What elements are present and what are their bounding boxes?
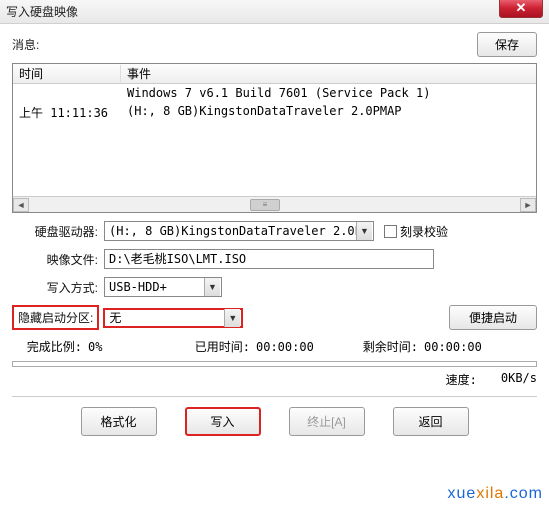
verify-checkbox[interactable]: 刻录校验 (384, 223, 448, 240)
write-mode-select[interactable]: USB-HDD+ ▼ (104, 277, 222, 297)
format-button[interactable]: 格式化 (81, 407, 157, 436)
window-title: 写入硬盘映像 (6, 3, 78, 20)
log-cell-event: (H:, 8 GB)KingstonDataTraveler 2.0PMAP (121, 104, 536, 121)
progress-row: 完成比例: 0% 已用时间: 00:00:00 剩余时间: 00:00:00 (12, 338, 537, 355)
log-hscrollbar[interactable]: ◄ ≡ ► (13, 196, 536, 212)
hidden-partition-label: 隐藏启动分区: (12, 305, 99, 330)
write-mode-value: USB-HDD+ (109, 280, 204, 294)
checkbox-icon (384, 225, 397, 238)
save-button[interactable]: 保存 (477, 32, 537, 57)
scroll-track[interactable]: ≡ (29, 198, 520, 212)
table-row: Windows 7 v6.1 Build 7601 (Service Pack … (13, 84, 536, 102)
speed-value: 0KB/s (501, 371, 537, 388)
log-panel: 时间 事件 Windows 7 v6.1 Build 7601 (Service… (12, 63, 537, 213)
divider (12, 396, 537, 397)
done-value: 0% (88, 340, 178, 354)
image-file-input[interactable]: D:\老毛桃ISO\LMT.ISO (104, 249, 434, 269)
easy-boot-button[interactable]: 便捷启动 (449, 305, 537, 330)
elapsed-label: 已用时间: (180, 338, 254, 355)
chevron-down-icon: ▼ (356, 222, 372, 240)
watermark: xuexila.com (448, 485, 543, 503)
remain-label: 剩余时间: (348, 338, 422, 355)
verify-label: 刻录校验 (400, 223, 448, 240)
scroll-right-icon[interactable]: ► (520, 198, 536, 212)
drive-select[interactable]: (H:, 8 GB)KingstonDataTraveler 2.0PMAP ▼ (104, 221, 374, 241)
speed-label: 速度: (446, 371, 477, 388)
remain-value: 00:00:00 (424, 340, 482, 354)
elapsed-value: 00:00:00 (256, 340, 346, 354)
write-button[interactable]: 写入 (185, 407, 261, 436)
log-col-time: 时间 (13, 65, 121, 82)
info-label: 消息: (12, 36, 39, 53)
log-cell-event: Windows 7 v6.1 Build 7601 (Service Pack … (121, 86, 536, 100)
chevron-down-icon: ▼ (224, 309, 240, 327)
hidden-partition-value: 无 (109, 309, 224, 326)
image-label: 映像文件: (12, 251, 104, 268)
mode-label: 写入方式: (12, 279, 104, 296)
scroll-left-icon[interactable]: ◄ (13, 198, 29, 212)
drive-label: 硬盘驱动器: (12, 223, 104, 240)
scroll-thumb[interactable]: ≡ (250, 199, 280, 211)
log-col-event: 事件 (121, 65, 536, 82)
dialog-content: 消息: 保存 时间 事件 Windows 7 v6.1 Build 7601 (… (0, 24, 549, 440)
close-button[interactable]: ✕ (499, 0, 543, 18)
log-cell-time (13, 86, 121, 100)
abort-button[interactable]: 终止[A] (289, 407, 365, 436)
window-titlebar: 写入硬盘映像 ✕ (0, 0, 549, 24)
log-cell-time: 上午 11:11:36 (13, 104, 121, 121)
done-label: 完成比例: (12, 338, 86, 355)
chevron-down-icon: ▼ (204, 278, 220, 296)
drive-select-value: (H:, 8 GB)KingstonDataTraveler 2.0PMAP (109, 224, 356, 238)
button-row: 格式化 写入 终止[A] 返回 (12, 407, 537, 436)
log-header: 时间 事件 (13, 64, 536, 84)
back-button[interactable]: 返回 (393, 407, 469, 436)
progress-bar (12, 361, 537, 367)
table-row: 上午 11:11:36 (H:, 8 GB)KingstonDataTravel… (13, 102, 536, 123)
hidden-partition-select[interactable]: 无 ▼ (103, 308, 243, 328)
